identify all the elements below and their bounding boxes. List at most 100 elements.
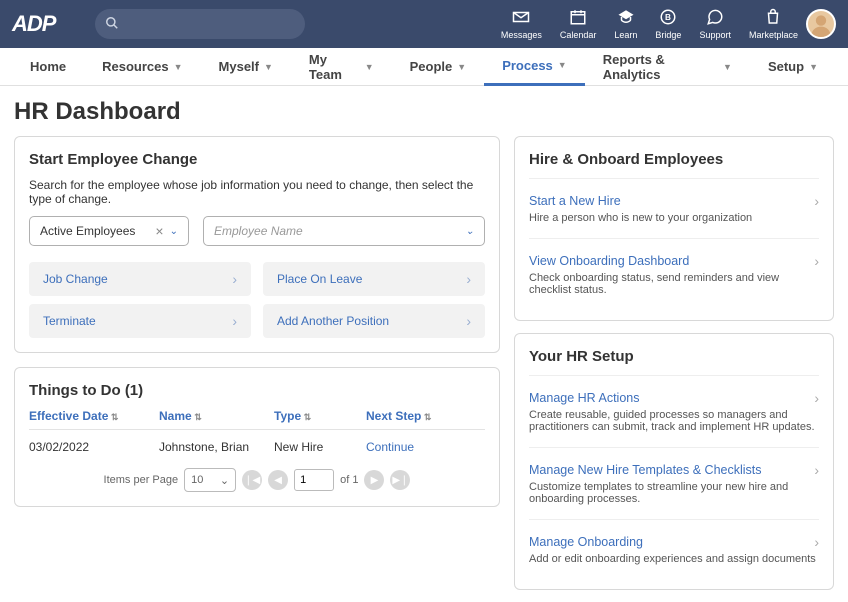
link-title: Manage New Hire Templates & Checklists [529, 463, 762, 477]
menu-label: Home [30, 59, 66, 74]
menu-label: Myself [219, 59, 259, 74]
employee-filter-select[interactable]: Active Employees × ⌄ [29, 216, 189, 246]
action-place-on-leave[interactable]: Place On Leave › [263, 262, 485, 296]
menu-label: My Team [309, 52, 360, 82]
link-title: Manage HR Actions [529, 391, 639, 405]
nav-marketplace[interactable]: Marketplace [749, 8, 798, 40]
chevron-down-icon: ▼ [457, 62, 466, 72]
employee-name-select[interactable]: Employee Name ⌄ [203, 216, 485, 246]
menu-my-team[interactable]: My Team ▼ [291, 48, 392, 86]
table-header: Effective Date Name Type Next Step [29, 409, 485, 430]
chevron-down-icon: ⌄ [170, 226, 178, 237]
page-content: HR Dashboard Start Employee Change Searc… [0, 86, 848, 602]
circled-b-icon: B [659, 8, 677, 30]
link-item: View Onboarding Dashboard›Check onboardi… [529, 243, 819, 306]
link-row[interactable]: Start a New Hire › [529, 193, 819, 209]
nav-messages[interactable]: Messages [501, 8, 542, 40]
menu-label: Resources [102, 59, 168, 74]
nav-label: Support [699, 30, 731, 40]
items-per-page-select[interactable]: 10 [184, 468, 236, 492]
chevron-right-icon: › [814, 390, 819, 406]
nav-learn[interactable]: Learn [614, 8, 637, 40]
action-label: Job Change [43, 272, 108, 286]
link-desc: Hire a person who is new to your organiz… [529, 212, 819, 224]
chevron-right-icon: › [814, 253, 819, 269]
menu-label: Process [502, 58, 553, 73]
chevron-down-icon: ⌄ [466, 226, 474, 237]
topbar: ADP MessagesCalendarLearnBBridgeSupportM… [0, 0, 848, 48]
link-item: Start a New Hire › Hire a person who is ne… [529, 183, 819, 234]
card-title: Your HR Setup [529, 348, 819, 365]
card-title: Start Employee Change [29, 151, 485, 168]
menu-myself[interactable]: Myself▼ [201, 48, 291, 86]
chevron-right-icon: › [466, 271, 471, 287]
pager-next-icon[interactable]: ▶ [364, 470, 384, 490]
name-placeholder: Employee Name [214, 224, 303, 238]
chevron-down-icon: ▼ [558, 60, 567, 70]
menu-home[interactable]: Home [12, 48, 84, 86]
col-effective-date[interactable]: Effective Date [29, 409, 159, 423]
chevron-right-icon: › [814, 462, 819, 478]
pager-first-icon[interactable]: ❘◀ [242, 470, 262, 490]
pager-page-input[interactable] [294, 469, 334, 491]
col-next-step[interactable]: Next Step [366, 409, 485, 423]
link-row[interactable]: Manage New Hire Templates & Checklists › [529, 462, 819, 478]
cell-type: New Hire [274, 440, 366, 454]
pager-prev-icon[interactable]: ◀ [268, 470, 288, 490]
card-title: Things to Do (1) [29, 382, 485, 399]
instruction-text: Search for the employee whose job inform… [29, 178, 485, 206]
menu-setup[interactable]: Setup▼ [750, 48, 836, 86]
search-input[interactable] [95, 9, 305, 39]
menu-label: Setup [768, 59, 804, 74]
items-per-page-label: Items per Page [104, 474, 179, 486]
shopping-icon [764, 8, 782, 30]
menu-label: People [410, 59, 453, 74]
menu-reports-analytics[interactable]: Reports & Analytics▼ [585, 48, 750, 86]
search-icon [105, 16, 119, 35]
link-item: Manage Onboarding› Add or edit onboarding… [529, 524, 819, 575]
pager-last-icon[interactable]: ▶❘ [390, 470, 410, 490]
table-row: 03/02/2022Johnstone, BrianNew HireContin… [29, 436, 485, 458]
nav-support[interactable]: Support [699, 8, 731, 40]
menu-process[interactable]: Process ▼ [484, 48, 585, 86]
action-terminate[interactable]: Terminate› [29, 304, 251, 338]
filter-value: Active Employees [40, 224, 135, 238]
clear-filter-icon[interactable]: × [155, 223, 163, 239]
chevron-down-icon: ▼ [723, 62, 732, 72]
things-to-do-card: Things to Do (1) Effective Date Name Typ… [14, 367, 500, 507]
col-type[interactable]: Type [274, 409, 366, 423]
chevron-right-icon: › [814, 193, 819, 209]
chevron-right-icon: › [466, 313, 471, 329]
link-row[interactable]: Manage Onboarding› [529, 534, 819, 550]
action-label: Place On Leave [277, 272, 362, 286]
search-wrap [95, 9, 305, 39]
page-title: HR Dashboard [14, 98, 834, 126]
menubar: HomeResources▼Myself▼My Team▼People▼Proc… [0, 48, 848, 86]
logo: ADP [12, 11, 55, 37]
menu-resources[interactable]: Resources▼ [84, 48, 200, 86]
envelope-icon [512, 8, 530, 30]
hr-setup-card: Your HR Setup Manage HR Actions › Create r… [514, 333, 834, 590]
link-desc: Add or edit onboarding experiences and a… [529, 553, 819, 565]
nav-bridge[interactable]: B Bridge [655, 8, 681, 40]
nav-label: Bridge [655, 30, 681, 40]
nav-calendar[interactable]: Calendar [560, 8, 597, 40]
link-title: Start a New Hire [529, 194, 621, 208]
avatar[interactable] [806, 9, 836, 39]
chevron-down-icon: ▼ [365, 62, 374, 72]
action-job-change[interactable]: Job Change› [29, 262, 251, 296]
cell-next-step-link[interactable]: Continue [366, 440, 485, 454]
action-add-another-position[interactable]: Add Another Position› [263, 304, 485, 338]
card-title: Hire & Onboard Employees [529, 151, 819, 168]
link-desc: Create reusable, guided processes so man… [529, 409, 819, 433]
calendar-icon [569, 8, 587, 30]
link-row[interactable]: Manage HR Actions › [529, 390, 819, 406]
chevron-right-icon: › [814, 534, 819, 550]
col-name[interactable]: Name [159, 409, 274, 423]
link-item: Manage HR Actions › Create reusable, guide… [529, 380, 819, 443]
top-icons: Messages Calendar Learn B Bridge Support Marke… [501, 8, 798, 40]
link-row[interactable]: View Onboarding Dashboard› [529, 253, 819, 269]
hire-onboard-card: Hire & Onboard Employees Start a New Hir… [514, 136, 834, 321]
svg-text:B: B [665, 13, 671, 22]
menu-people[interactable]: People ▼ [392, 48, 485, 86]
